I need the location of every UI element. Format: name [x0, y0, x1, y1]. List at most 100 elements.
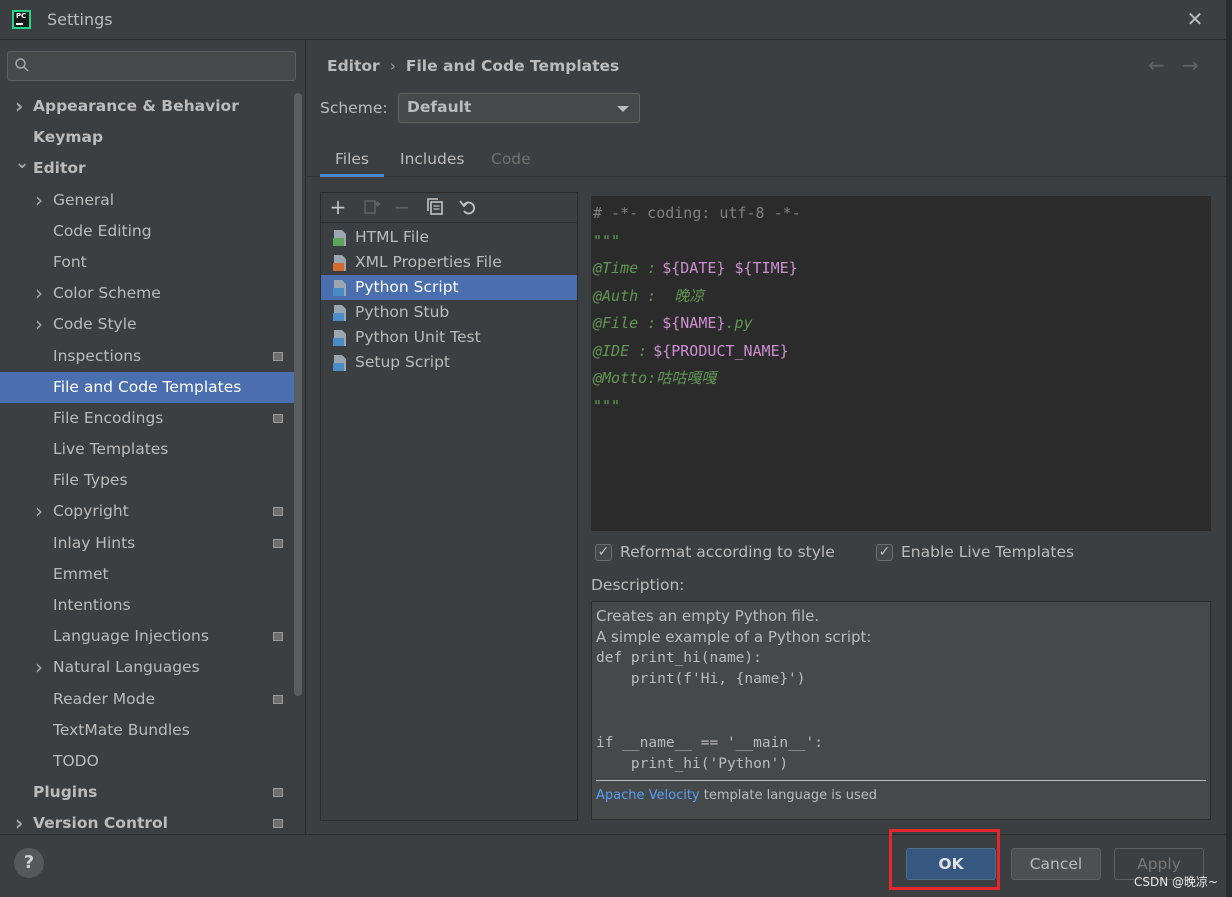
- template-list-item[interactable]: Python Script: [321, 275, 577, 300]
- sidebar-item-emmet[interactable]: Emmet: [0, 559, 294, 590]
- sidebar-item-label: TextMate Bundles: [53, 720, 190, 739]
- sidebar-item-color-scheme[interactable]: › Color Scheme: [0, 278, 294, 309]
- description-code-line: if __name__ == '__main__':: [596, 735, 823, 751]
- help-icon[interactable]: ?: [14, 848, 44, 878]
- close-icon[interactable]: ✕: [1184, 8, 1206, 30]
- description-code-line: print(f'Hi, {name}'): [596, 671, 806, 687]
- code-line: # -*- coding: utf-8 -*-: [591, 200, 1211, 228]
- python-file-icon: [333, 354, 347, 371]
- forward-arrow-icon[interactable]: →: [1182, 53, 1199, 77]
- tab-includes[interactable]: Includes: [400, 143, 465, 177]
- sidebar-item-keymap[interactable]: Keymap: [0, 122, 294, 153]
- sidebar-item-file-and-code-templates[interactable]: File and Code Templates: [0, 371, 294, 403]
- sidebar-item-label: Emmet: [53, 564, 109, 583]
- watermark: CSDN @晚凉~: [1134, 875, 1219, 889]
- sidebar-item-language-injections[interactable]: Language Injections: [0, 621, 294, 652]
- sidebar-item-label: Inspections: [53, 346, 142, 365]
- sidebar-item-label: File Types: [53, 471, 128, 490]
- sidebar-item-label: Reader Mode: [53, 689, 156, 708]
- tab-code[interactable]: Code: [491, 143, 531, 177]
- footer-divider: [0, 834, 1226, 835]
- code-line: """: [591, 393, 1211, 421]
- tab-files[interactable]: Files: [320, 143, 384, 177]
- sidebar-item-label: General: [53, 190, 115, 209]
- breadcrumb-parent[interactable]: Editor: [327, 57, 380, 75]
- template-code-editor[interactable]: # -*- coding: utf-8 -*- """ @Time : ${DATE}…: [591, 196, 1211, 531]
- sidebar-item-editor[interactable]: ⌄ Editor: [0, 153, 294, 184]
- sidebar-item-label: Code Editing: [53, 221, 152, 240]
- project-level-icon: [273, 538, 283, 548]
- sidebar-item-label: Code Style: [53, 315, 137, 334]
- sidebar-item-code-style[interactable]: › Code Style: [0, 309, 294, 340]
- sidebar-item-label: Copyright: [53, 502, 129, 521]
- sidebar-item-file-encodings[interactable]: File Encodings: [0, 403, 294, 434]
- chevron-down-icon[interactable]: ⌄: [15, 148, 29, 179]
- ok-highlight-annotation: [889, 829, 1000, 890]
- chevron-down-icon: [617, 106, 629, 112]
- window-edge: [1226, 0, 1232, 897]
- sidebar-item-font[interactable]: Font: [0, 247, 294, 278]
- sidebar-item-textmate-bundles[interactable]: TextMate Bundles: [0, 715, 294, 746]
- code-text: # -*- coding: utf-8 -*-: [593, 204, 801, 222]
- sidebar-item-intentions[interactable]: Intentions: [0, 590, 294, 621]
- scheme-dropdown[interactable]: Default: [398, 93, 640, 123]
- template-list-panel: + − HTML File XML Properties File Python S…: [320, 192, 578, 821]
- scheme-value: Default: [407, 98, 472, 116]
- copy-icon[interactable]: [424, 196, 446, 218]
- reset-icon[interactable]: [457, 196, 479, 218]
- sidebar-scrollbar[interactable]: [294, 93, 302, 696]
- template-list-item[interactable]: HTML File: [321, 225, 577, 250]
- add-icon[interactable]: +: [327, 196, 349, 218]
- sidebar-item-inlay-hints[interactable]: Inlay Hints: [0, 528, 294, 559]
- project-level-icon: [273, 788, 283, 798]
- search-input[interactable]: [7, 51, 296, 81]
- html-file-icon: [333, 229, 347, 246]
- xml-file-icon: [333, 254, 347, 271]
- sidebar-item-copyright[interactable]: › Copyright: [0, 496, 294, 527]
- sidebar-item-natural-languages[interactable]: › Natural Languages: [0, 652, 294, 683]
- add-child-icon[interactable]: [361, 196, 383, 218]
- chevron-right-icon[interactable]: ›: [35, 496, 47, 527]
- breadcrumb-separator: ›: [389, 57, 396, 75]
- chevron-right-icon[interactable]: ›: [35, 652, 47, 683]
- template-list-item[interactable]: Setup Script: [321, 350, 577, 375]
- sidebar-item-inspections[interactable]: Inspections: [0, 341, 294, 372]
- sidebar-item-label: File Encodings: [53, 408, 164, 427]
- back-arrow-icon[interactable]: ←: [1148, 53, 1165, 77]
- reformat-label: Reformat according to style: [620, 543, 835, 561]
- template-list-item[interactable]: XML Properties File: [321, 250, 577, 275]
- chevron-right-icon[interactable]: ›: [35, 278, 47, 309]
- sidebar-item-reader-mode[interactable]: Reader Mode: [0, 684, 294, 715]
- sidebar-item-label: Language Injections: [53, 627, 209, 646]
- sidebar-item-appearance-behavior[interactable]: › Appearance & Behavior: [0, 91, 294, 122]
- chevron-right-icon[interactable]: ›: [35, 185, 47, 216]
- code-text: """: [593, 231, 621, 250]
- sidebar-item-label: Appearance & Behavior: [33, 97, 239, 115]
- cancel-button[interactable]: Cancel: [1011, 848, 1101, 880]
- description-label: Description:: [591, 576, 685, 594]
- template-list-item[interactable]: Python Unit Test: [321, 325, 577, 350]
- template-name: XML Properties File: [355, 253, 502, 271]
- template-variable: ${DATE} ${TIME}: [662, 259, 798, 277]
- title-bar: PC Settings ✕: [0, 0, 1232, 40]
- chevron-right-icon[interactable]: ›: [15, 91, 27, 122]
- sidebar-item-plugins[interactable]: Plugins: [0, 777, 294, 808]
- sidebar-item-todo[interactable]: TODO: [0, 746, 294, 777]
- live-templates-checkbox[interactable]: ✓: [876, 544, 893, 561]
- sidebar-item-label: Live Templates: [53, 440, 169, 459]
- code-line: @Motto:咕咕嘎嘎: [591, 365, 1211, 393]
- template-name: Python Stub: [355, 303, 450, 321]
- sidebar-item-live-templates[interactable]: Live Templates: [0, 434, 294, 465]
- apache-velocity-link[interactable]: Apache Velocity: [596, 788, 700, 803]
- code-line: @File : ${NAME}.py: [591, 310, 1211, 338]
- reformat-checkbox[interactable]: ✓: [595, 544, 612, 561]
- sidebar-item-code-editing[interactable]: Code Editing: [0, 216, 294, 247]
- chevron-right-icon[interactable]: ›: [35, 309, 47, 340]
- template-list-item[interactable]: Python Stub: [321, 300, 577, 325]
- project-level-icon: [273, 351, 283, 361]
- sidebar-item-label: Inlay Hints: [53, 533, 136, 552]
- remove-icon[interactable]: −: [391, 196, 413, 218]
- sidebar-item-label: Font: [53, 252, 87, 271]
- sidebar-item-general[interactable]: › General: [0, 185, 294, 216]
- sidebar-item-file-types[interactable]: File Types: [0, 465, 294, 496]
